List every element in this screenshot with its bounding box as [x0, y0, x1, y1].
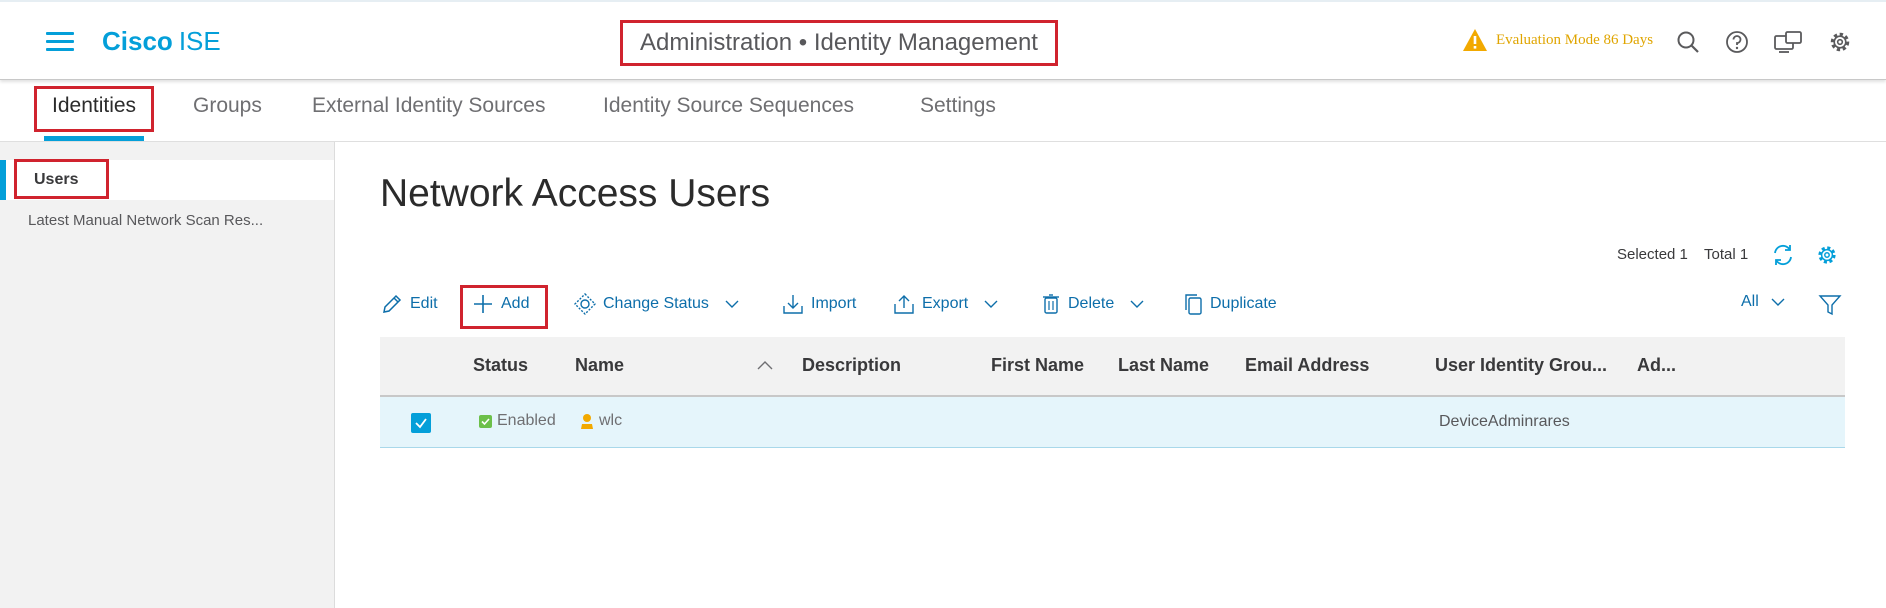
column-header-name[interactable]: Name: [575, 355, 624, 376]
column-header-user-identity-group[interactable]: User Identity Grou...: [1435, 355, 1607, 376]
checkmark-icon: [415, 418, 427, 429]
export-button[interactable]: Export: [893, 293, 999, 315]
export-label: Export: [922, 295, 969, 312]
warning-icon: [1463, 29, 1487, 51]
chevron-down-icon: [1130, 300, 1144, 308]
column-header-status[interactable]: Status: [473, 355, 528, 376]
product-name: ISE: [178, 26, 221, 56]
selected-count: Selected 1: [1617, 246, 1688, 263]
change-status-button[interactable]: Change Status: [574, 293, 740, 315]
import-button[interactable]: Import: [782, 293, 856, 315]
row-checkbox[interactable]: [411, 413, 431, 433]
tab-identity-source-sequences[interactable]: Identity Source Sequences: [603, 94, 854, 118]
settings-icon[interactable]: [1827, 29, 1853, 55]
highlight-box-identities: [34, 86, 154, 132]
column-header-description[interactable]: Description: [802, 355, 901, 376]
user-name: wlc: [599, 412, 623, 429]
top-header: Cisco ISE Administration • Identity Manag…: [0, 0, 1886, 80]
import-icon: [783, 295, 803, 314]
tab-groups[interactable]: Groups: [193, 94, 262, 118]
filter-select[interactable]: All: [1741, 293, 1786, 311]
status-cell: Enabled: [479, 412, 556, 430]
sidebar-item-network-scan[interactable]: Latest Manual Network Scan Res...: [28, 212, 263, 229]
evaluation-banner[interactable]: Evaluation Mode 86 Days: [1462, 28, 1653, 52]
total-count: Total 1: [1704, 246, 1749, 263]
evaluation-text: Evaluation Mode 86 Days: [1496, 31, 1654, 48]
enabled-status-icon: [479, 414, 492, 428]
edit-label: Edit: [410, 295, 438, 312]
delete-button[interactable]: Delete: [1041, 293, 1145, 315]
edit-button[interactable]: Edit: [381, 293, 438, 315]
highlight-box-users: [14, 159, 109, 199]
page-title: Network Access Users: [380, 172, 771, 215]
table-settings-icon[interactable]: [1815, 243, 1839, 267]
tab-settings[interactable]: Settings: [920, 94, 996, 118]
delete-label: Delete: [1068, 295, 1115, 312]
column-header-email-address[interactable]: Email Address: [1245, 355, 1369, 376]
filter-select-value: All: [1741, 293, 1759, 310]
tab-external-identity-sources[interactable]: External Identity Sources: [312, 94, 545, 118]
highlight-box-add: [460, 285, 548, 329]
help-icon[interactable]: [1724, 29, 1750, 55]
import-label: Import: [811, 295, 857, 312]
table-header: Status Name Description First Name Last …: [380, 337, 1845, 397]
notifications-icon[interactable]: [1773, 29, 1803, 55]
user-identity-group-cell: DeviceAdminrares: [1439, 413, 1570, 430]
change-status-label: Change Status: [603, 295, 709, 312]
active-tab-indicator: [44, 136, 144, 141]
chevron-down-icon: [725, 300, 739, 308]
tab-bar: Identities Groups External Identity Sour…: [0, 80, 1886, 142]
brand-name: Cisco: [102, 26, 173, 56]
export-icon: [894, 295, 914, 314]
active-item-indicator: [0, 160, 6, 200]
page-heading: Administration • Identity Management: [620, 20, 1058, 66]
menu-icon[interactable]: [46, 32, 74, 52]
column-header-last-name[interactable]: Last Name: [1118, 355, 1209, 376]
pencil-icon: [383, 294, 402, 313]
column-header-admin[interactable]: Ad...: [1637, 355, 1676, 376]
filter-icon[interactable]: [1818, 293, 1842, 317]
duplicate-label: Duplicate: [1210, 295, 1277, 312]
sidebar: Users Latest Manual Network Scan Res...: [0, 142, 335, 608]
table-row[interactable]: Enabled wlc DeviceAdminrares: [380, 397, 1845, 448]
change-status-icon: [574, 293, 596, 315]
status-text: Enabled: [497, 412, 556, 429]
chevron-down-icon: [984, 300, 998, 308]
duplicate-icon: [1185, 294, 1202, 315]
column-header-first-name[interactable]: First Name: [991, 355, 1084, 376]
user-icon: [581, 414, 593, 429]
name-cell[interactable]: wlc: [580, 412, 622, 430]
refresh-icon[interactable]: [1771, 243, 1795, 267]
duplicate-button[interactable]: Duplicate: [1183, 293, 1277, 315]
brand-logo[interactable]: Cisco ISE: [102, 26, 221, 57]
sort-ascending-icon[interactable]: [756, 357, 774, 375]
search-icon[interactable]: [1675, 29, 1701, 55]
chevron-down-icon: [1771, 298, 1785, 306]
trash-icon: [1043, 294, 1059, 314]
